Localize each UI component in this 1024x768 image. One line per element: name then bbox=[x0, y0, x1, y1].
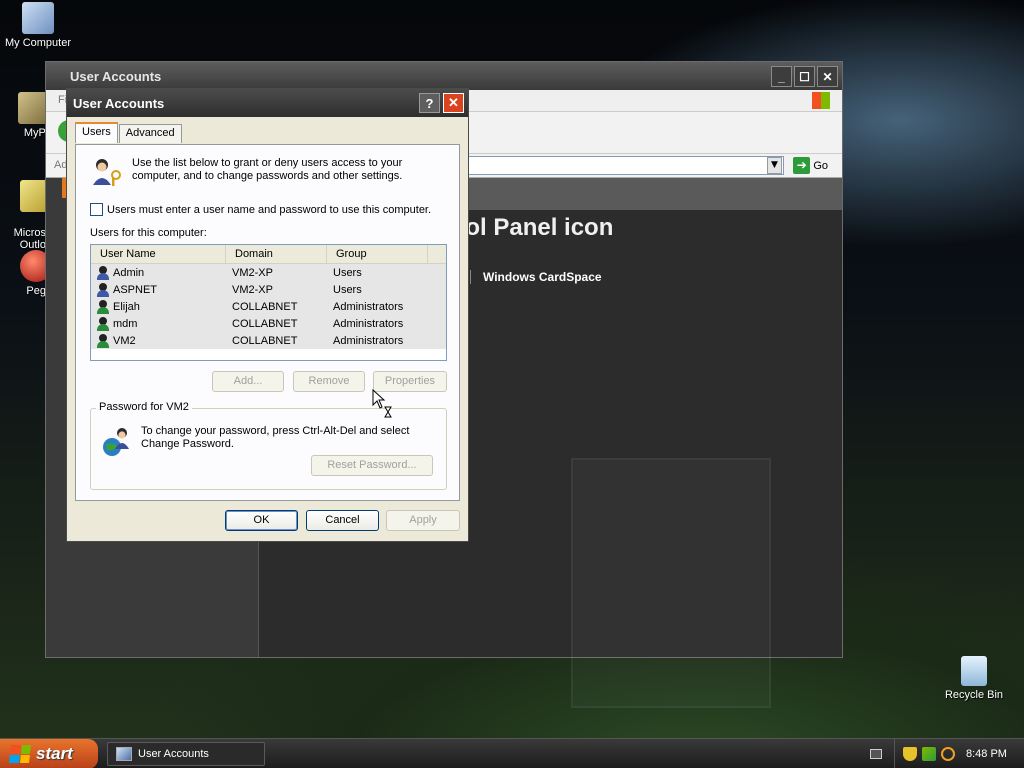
dialog-close-button[interactable]: ✕ bbox=[443, 93, 464, 113]
group-cell: Users bbox=[333, 283, 362, 296]
password-group: Password for VM2 To change your password… bbox=[90, 401, 447, 490]
page-heading: rol Panel icon bbox=[456, 214, 614, 241]
go-button[interactable]: ➔ Go bbox=[793, 157, 828, 174]
tab-users[interactable]: Users bbox=[75, 122, 118, 143]
search-icon[interactable] bbox=[941, 747, 955, 761]
user-name-cell: VM2 bbox=[113, 334, 136, 347]
taskbar: start User Accounts 8:48 PM bbox=[0, 738, 1024, 768]
column-header-domain[interactable]: Domain bbox=[226, 245, 327, 263]
users-tab-panel: Use the list below to grant or deny user… bbox=[75, 144, 460, 501]
domain-user-icon bbox=[96, 316, 111, 331]
dialog-title: User Accounts bbox=[73, 95, 165, 111]
domain-cell: COLLABNET bbox=[232, 317, 298, 330]
cancel-button[interactable]: Cancel bbox=[306, 510, 379, 531]
start-button[interactable]: start bbox=[0, 739, 98, 768]
desktop-icon-label: Peg bbox=[26, 285, 46, 297]
password-instructions: To change your password, press Ctrl-Alt-… bbox=[141, 425, 410, 450]
domain-cell: VM2-XP bbox=[232, 283, 273, 296]
taskbar-item-user-accounts[interactable]: User Accounts bbox=[107, 742, 265, 766]
domain-cell: COLLABNET bbox=[232, 334, 298, 347]
table-row[interactable]: mdm COLLABNET Administrators bbox=[91, 315, 446, 332]
system-tray: 8:48 PM bbox=[894, 739, 1024, 768]
users-keys-icon bbox=[93, 159, 121, 186]
desktop-icon-my-computer[interactable]: My Computer bbox=[0, 2, 78, 49]
user-accounts-icon bbox=[116, 747, 132, 761]
users-list-label: Users for this computer: bbox=[90, 227, 207, 239]
explorer-titlebar[interactable]: User Accounts _ ☐ ✕ bbox=[46, 62, 842, 90]
user-icon bbox=[96, 265, 111, 280]
table-row[interactable]: VM2 COLLABNET Administrators bbox=[91, 332, 446, 349]
group-cell: Administrators bbox=[333, 300, 404, 313]
windows-logo-icon bbox=[812, 92, 830, 109]
apply-button[interactable]: Apply bbox=[386, 510, 460, 531]
column-header-user-name[interactable]: User Name bbox=[91, 245, 226, 263]
cardspace-link[interactable]: Windows CardSpace bbox=[470, 270, 602, 284]
user-name-cell: ASPNET bbox=[113, 283, 158, 296]
tab-strip: Users Advanced bbox=[75, 122, 183, 143]
desktop-icon-label: Micros Outlo bbox=[13, 227, 46, 251]
security-shield-icon[interactable] bbox=[903, 747, 917, 761]
domain-cell: COLLABNET bbox=[232, 300, 298, 313]
taskbar-item-label: User Accounts bbox=[138, 748, 209, 760]
user-icon bbox=[96, 282, 111, 297]
user-globe-icon bbox=[103, 428, 129, 456]
keyboard-icon[interactable] bbox=[870, 749, 882, 759]
desktop-icon-outlook[interactable]: Micros Outlo bbox=[0, 168, 52, 263]
go-arrow-icon: ➔ bbox=[793, 157, 811, 174]
explorer-title: User Accounts bbox=[70, 68, 162, 84]
group-cell: Users bbox=[333, 266, 362, 279]
intro-text: Use the list below to grant or deny user… bbox=[132, 157, 403, 182]
maximize-button[interactable]: ☐ bbox=[794, 66, 815, 87]
address-dropdown-button[interactable]: ▼ bbox=[767, 157, 782, 174]
dialog-titlebar[interactable]: User Accounts ? ✕ bbox=[67, 89, 468, 117]
user-accounts-dialog: User Accounts ? ✕ Users Advanced Use the… bbox=[66, 88, 469, 542]
desktop-icon-recycle-bin[interactable]: Recycle Bin bbox=[934, 656, 1014, 701]
desktop-icon-label: My Computer bbox=[4, 37, 72, 49]
address-input[interactable] bbox=[466, 156, 784, 175]
table-row[interactable]: ASPNET VM2-XP Users bbox=[91, 281, 446, 298]
ok-button[interactable]: OK bbox=[225, 510, 298, 531]
user-name-cell: mdm bbox=[113, 317, 138, 330]
require-login-checkbox-row[interactable]: Users must enter a user name and passwor… bbox=[90, 203, 431, 216]
go-label: Go bbox=[813, 159, 828, 172]
group-cell: Administrators bbox=[333, 317, 404, 330]
remove-button[interactable]: Remove bbox=[293, 371, 365, 392]
help-button[interactable]: ? bbox=[419, 93, 440, 113]
computer-icon bbox=[22, 2, 54, 34]
desktop-icon-label: Recycle Bin bbox=[944, 689, 1004, 701]
user-name-cell: Elijah bbox=[113, 300, 140, 313]
network-icon[interactable] bbox=[922, 747, 936, 761]
user-name-cell: Admin bbox=[113, 266, 145, 279]
table-row[interactable]: Admin VM2-XP Users bbox=[91, 264, 446, 281]
clock: 8:48 PM bbox=[966, 748, 1007, 760]
table-row[interactable]: Elijah COLLABNET Administrators bbox=[91, 298, 446, 315]
desktop-icon-peg[interactable]: Peg bbox=[0, 250, 52, 297]
tab-advanced[interactable]: Advanced bbox=[118, 124, 182, 143]
add-button[interactable]: Add... bbox=[212, 371, 284, 392]
windows-flag-icon bbox=[9, 745, 31, 763]
domain-cell: VM2-XP bbox=[232, 266, 273, 279]
domain-user-icon bbox=[96, 333, 111, 348]
group-cell: Administrators bbox=[333, 334, 404, 347]
start-label: start bbox=[36, 744, 73, 763]
users-list-rows: Admin VM2-XP Users ASPNET VM2-XP Users E… bbox=[91, 264, 446, 349]
minimize-button[interactable]: _ bbox=[771, 66, 792, 87]
column-header-group[interactable]: Group bbox=[327, 245, 428, 263]
close-button[interactable]: ✕ bbox=[817, 66, 838, 87]
require-login-checkbox[interactable] bbox=[90, 203, 103, 216]
password-group-title: Password for VM2 bbox=[96, 401, 192, 413]
domain-user-icon bbox=[96, 299, 111, 314]
busy-cursor-icon bbox=[372, 389, 392, 418]
watermark-graphic bbox=[571, 458, 771, 708]
users-list-header: User Name Domain Group bbox=[91, 245, 446, 264]
column-header-filler bbox=[428, 245, 446, 263]
users-list[interactable]: User Name Domain Group Admin VM2-XP User… bbox=[90, 244, 447, 361]
require-login-label[interactable]: Users must enter a user name and passwor… bbox=[107, 204, 431, 216]
reset-password-button[interactable]: Reset Password... bbox=[311, 455, 433, 476]
recycle-bin-icon bbox=[961, 656, 987, 686]
